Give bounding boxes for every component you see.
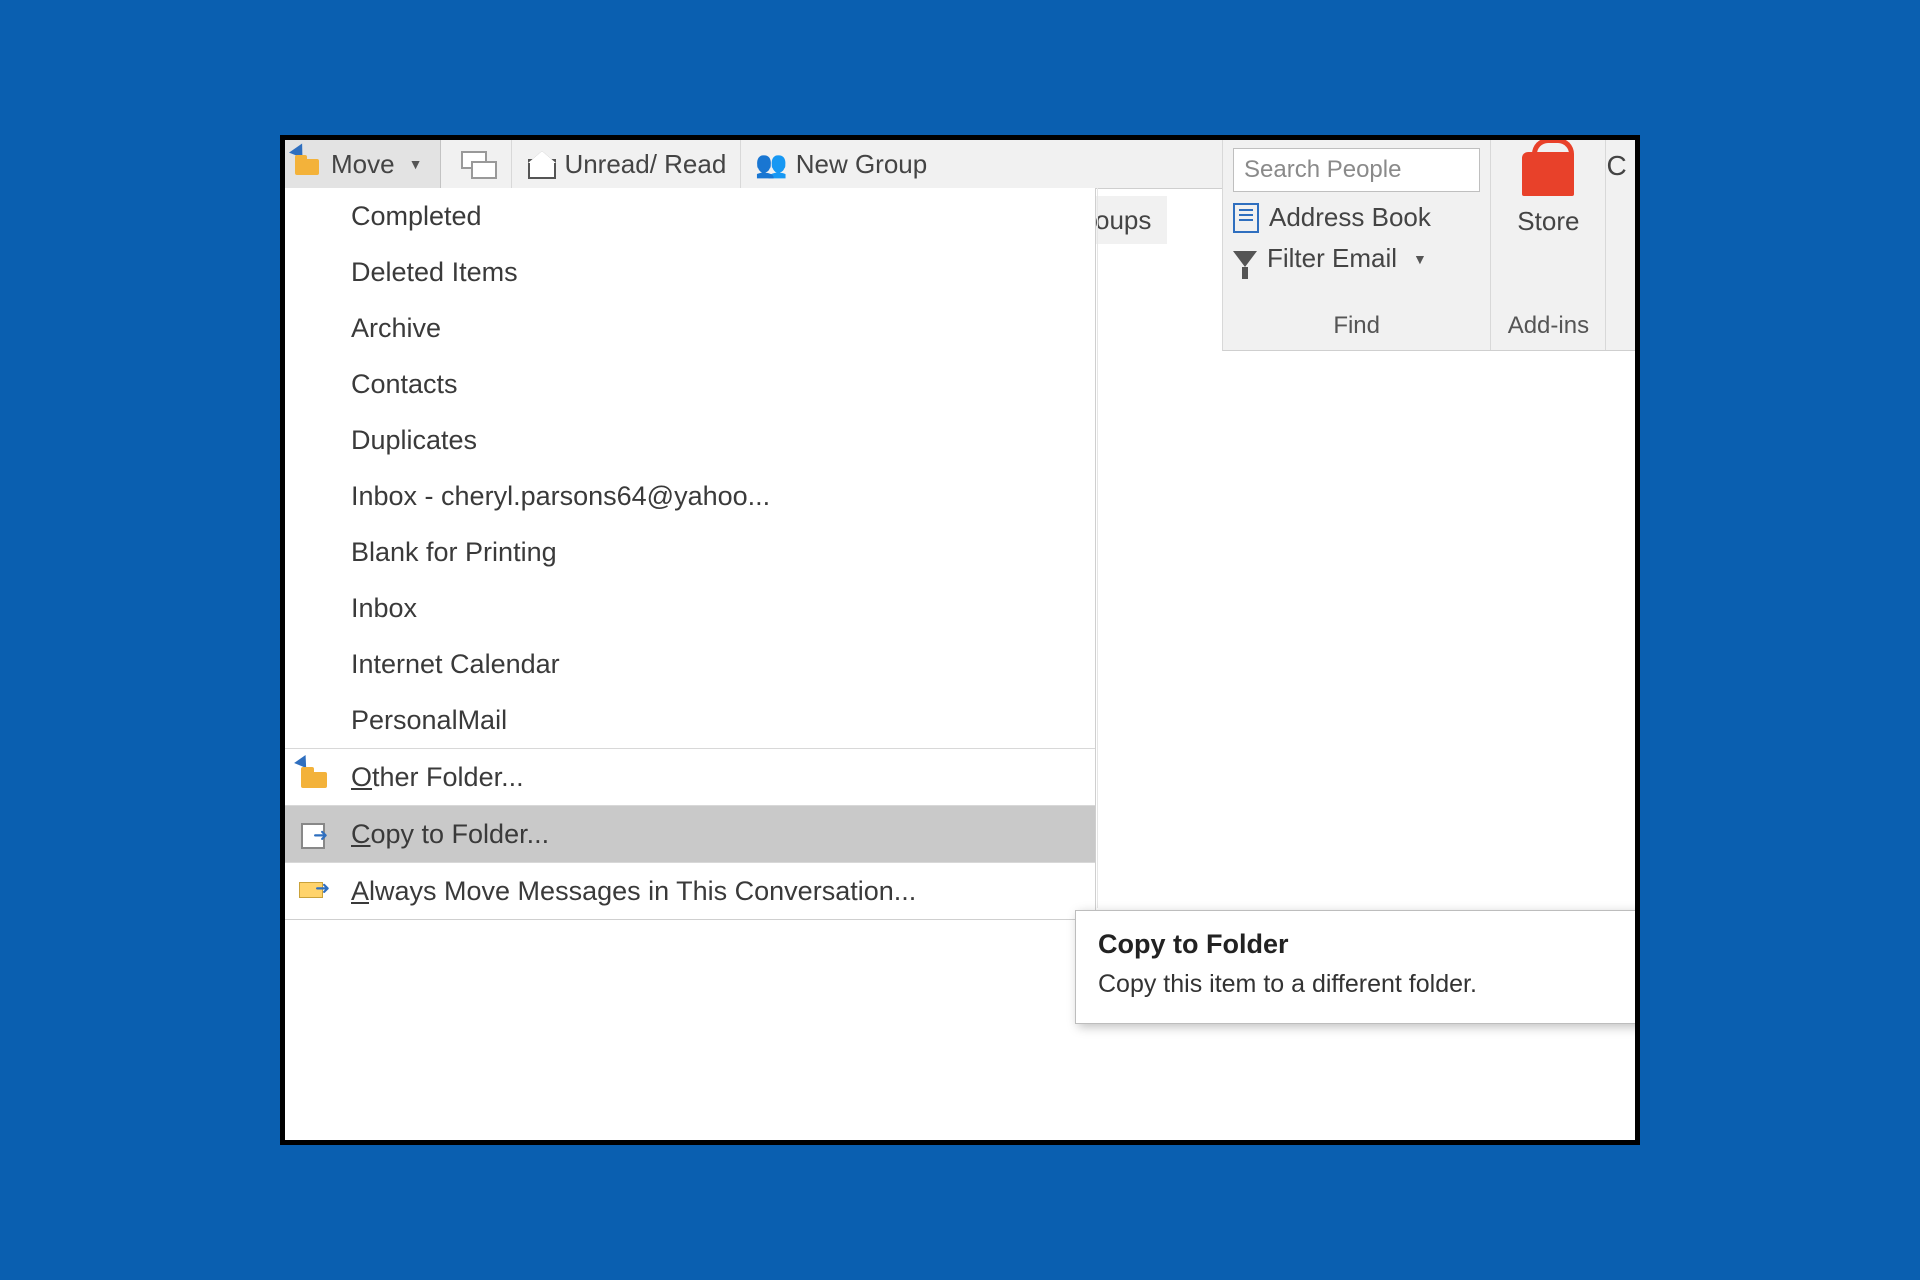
menu-item-contacts[interactable]: Contacts — [285, 356, 1095, 412]
menu-item-inbox[interactable]: Inbox — [285, 580, 1095, 636]
menu-item-other-folder[interactable]: Other Folder... — [285, 748, 1095, 805]
menu-item-personalmail[interactable]: PersonalMail — [285, 692, 1095, 748]
dropdown-caret-icon: ▼ — [1413, 251, 1427, 267]
tooltip-title: Copy to Folder — [1098, 929, 1638, 960]
filter-email-button[interactable]: Filter Email ▼ — [1233, 243, 1480, 274]
rules-icon — [461, 149, 491, 179]
folder-arrow-icon — [299, 762, 333, 792]
always-move-icon — [299, 876, 333, 906]
new-group-label: New Group — [796, 149, 928, 180]
browse-groups-fragment[interactable]: oups — [1095, 196, 1167, 244]
find-group-label: Find — [1233, 302, 1480, 350]
menu-item-duplicates[interactable]: Duplicates — [285, 412, 1095, 468]
move-button[interactable]: Move ▼ — [285, 140, 441, 188]
copy-to-folder-icon — [299, 819, 333, 849]
address-book-icon — [1233, 203, 1259, 233]
divider — [1097, 188, 1098, 908]
store-bag-icon[interactable] — [1522, 152, 1574, 196]
menu-item-internet-cal[interactable]: Internet Calendar — [285, 636, 1095, 692]
menu-item-copy-to-folder[interactable]: Copy to Folder... — [285, 805, 1095, 862]
search-people-input[interactable]: Search People — [1233, 148, 1480, 192]
menu-item-always-move[interactable]: Always Move Messages in This Conversatio… — [285, 862, 1095, 919]
menu-item-blank-printing[interactable]: Blank for Printing — [285, 524, 1095, 580]
unread-read-button[interactable]: Unread/ Read — [512, 140, 741, 188]
address-book-button[interactable]: Address Book — [1233, 202, 1480, 233]
move-dropdown-menu: Completed Deleted Items Archive Contacts… — [285, 188, 1096, 920]
funnel-icon — [1233, 251, 1257, 267]
store-label[interactable]: Store — [1517, 206, 1579, 237]
move-folder-icon — [293, 149, 323, 179]
tooltip-copy-to-folder: Copy to Folder Copy this item to a diffe… — [1075, 910, 1640, 1024]
tooltip-body: Copy this item to a different folder. — [1098, 970, 1638, 999]
new-group-button[interactable]: 👥 New Group — [741, 140, 941, 188]
menu-item-deleted-items[interactable]: Deleted Items — [285, 244, 1095, 300]
dropdown-caret-icon: ▼ — [409, 156, 423, 172]
addins-group: Store Add-ins — [1490, 140, 1605, 350]
ribbon-right-cluster: Search People Address Book Filter Email … — [1222, 140, 1635, 351]
addins-group-label: Add-ins — [1508, 302, 1589, 350]
cutoff-group: C — [1605, 140, 1635, 350]
move-label: Move — [331, 149, 395, 180]
menu-item-completed[interactable]: Completed — [285, 188, 1095, 244]
people-icon: 👥 — [755, 149, 787, 179]
find-group: Search People Address Book Filter Email … — [1223, 140, 1490, 350]
unread-read-label: Unread/ Read — [564, 149, 726, 180]
menu-item-inbox-account[interactable]: Inbox - cheryl.parsons64@yahoo... — [285, 468, 1095, 524]
menu-item-archive[interactable]: Archive — [285, 300, 1095, 356]
outlook-window: Move ▼ Unread/ Read 👥 New Group oups — [280, 135, 1640, 1145]
envelope-open-icon — [526, 149, 556, 179]
rules-button[interactable] — [441, 140, 512, 188]
